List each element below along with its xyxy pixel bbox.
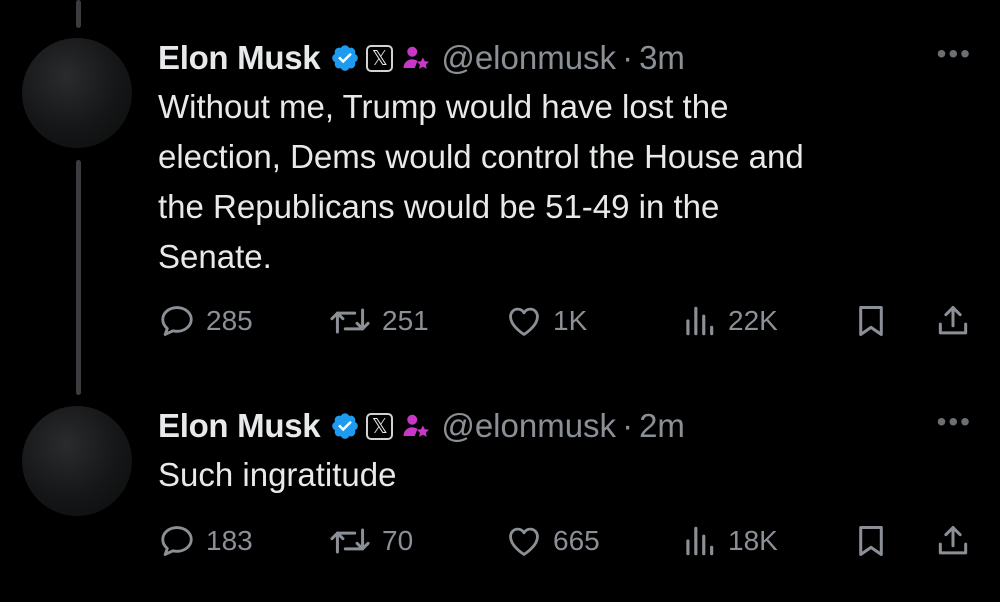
- x-badge-icon: 𝕏: [366, 44, 394, 72]
- more-icon[interactable]: •••: [937, 38, 972, 70]
- reply-button[interactable]: 285: [158, 302, 253, 340]
- like-icon: [509, 527, 539, 556]
- tweet-text-line: Senate.: [158, 238, 272, 275]
- views-icon: [686, 526, 714, 556]
- like-button[interactable]: 1K: [505, 302, 587, 340]
- handle[interactable]: @elonmusk: [441, 407, 616, 445]
- action-bar: 285 251 1K 22K: [158, 302, 978, 342]
- share-button[interactable]: [934, 522, 972, 560]
- handle[interactable]: @elonmusk: [441, 39, 616, 77]
- like-button[interactable]: 665: [505, 522, 600, 560]
- bookmark-button[interactable]: [852, 522, 890, 560]
- tweet-text-line: election, Dems would control the House a…: [158, 138, 804, 175]
- tweet-header: Elon Musk 𝕏 @elonmusk · 3m: [158, 36, 685, 80]
- separator: ·: [622, 39, 634, 76]
- tweet-header: Elon Musk 𝕏 @elonmusk · 2m: [158, 404, 685, 448]
- reply-count: 183: [206, 525, 253, 556]
- views-button[interactable]: 18K: [680, 522, 778, 560]
- reply-count: 285: [206, 305, 253, 336]
- reply-icon: [161, 526, 193, 556]
- bookmark-icon: [859, 306, 883, 336]
- share-icon: [938, 526, 968, 555]
- repost-icon: [330, 528, 370, 554]
- tweet[interactable]: Elon Musk 𝕏 @elonmusk · 2m ••• Such ingr…: [0, 380, 1000, 602]
- timestamp[interactable]: 2m: [639, 407, 685, 445]
- separator: ·: [622, 407, 634, 444]
- verified-badge-icon: [330, 411, 360, 441]
- x-badge-icon: 𝕏: [366, 412, 394, 440]
- affiliate-badge-icon: [401, 411, 431, 441]
- affiliate-badge-icon: [401, 43, 431, 73]
- timestamp[interactable]: 3m: [639, 39, 685, 77]
- display-name[interactable]: Elon Musk: [158, 407, 321, 445]
- views-button[interactable]: 22K: [680, 302, 778, 340]
- bookmark-icon: [859, 526, 883, 556]
- tweet[interactable]: Elon Musk 𝕏 @elonmusk · 3m ••• Without m…: [0, 0, 1000, 380]
- views-icon: [686, 306, 714, 336]
- share-button[interactable]: [934, 302, 972, 340]
- action-bar: 183 70 665 18K: [158, 522, 978, 562]
- bookmark-button[interactable]: [852, 302, 890, 340]
- repost-count: 251: [382, 305, 429, 336]
- reply-button[interactable]: 183: [158, 522, 253, 560]
- repost-count: 70: [382, 525, 414, 556]
- tweet-text: Such ingratitude: [158, 450, 958, 500]
- avatar[interactable]: [22, 406, 132, 516]
- tweet-text: Without me, Trump would have lost the el…: [158, 82, 958, 282]
- views-count: 22K: [728, 305, 778, 336]
- views-count: 18K: [728, 525, 778, 556]
- display-name[interactable]: Elon Musk: [158, 39, 321, 77]
- like-icon: [509, 307, 539, 336]
- repost-icon: [330, 308, 370, 334]
- like-count: 1K: [553, 305, 588, 336]
- repost-button[interactable]: 251: [328, 302, 429, 340]
- repost-button[interactable]: 70: [328, 522, 413, 560]
- avatar[interactable]: [22, 38, 132, 148]
- tweet-text-line: Without me, Trump would have lost the: [158, 88, 729, 125]
- like-count: 665: [553, 525, 600, 556]
- tweet-text-line: the Republicans would be 51-49 in the: [158, 188, 720, 225]
- verified-badge-icon: [330, 43, 360, 73]
- more-icon[interactable]: •••: [937, 406, 972, 438]
- reply-icon: [161, 306, 193, 336]
- share-icon: [938, 306, 968, 335]
- tweet-text-line: Such ingratitude: [158, 456, 397, 493]
